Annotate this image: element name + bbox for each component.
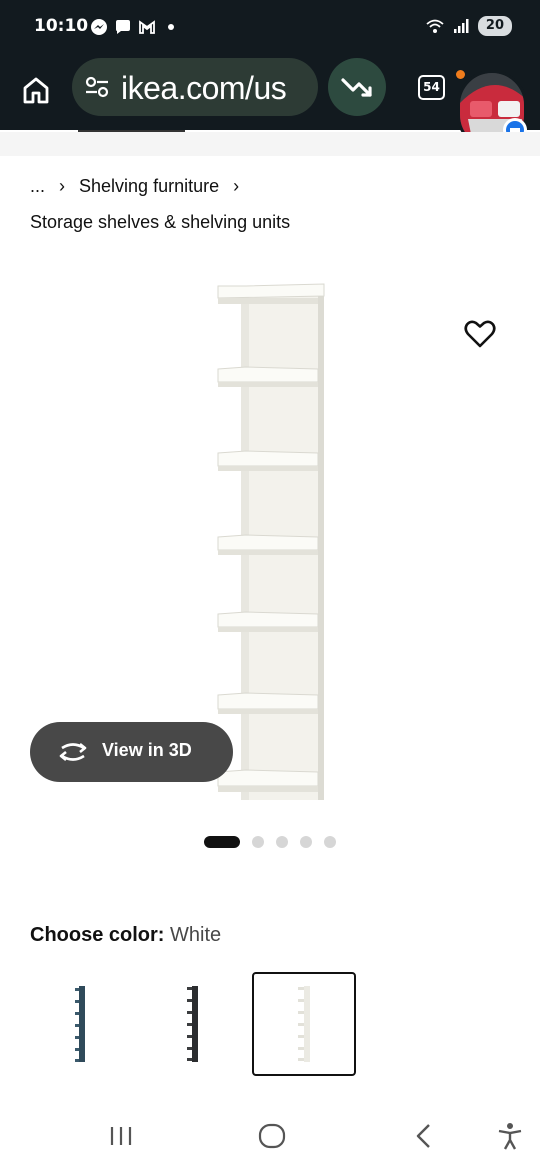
dot-icon (168, 24, 174, 30)
tabs-button[interactable]: 54 (418, 75, 445, 100)
view-in-3d-button[interactable]: View in 3D (30, 722, 233, 782)
chat-icon (116, 20, 130, 34)
battery-icon: 20 (477, 16, 512, 36)
color-swatch-white[interactable] (252, 972, 356, 1076)
accessibility-icon[interactable] (494, 1120, 526, 1152)
status-right: 20 (426, 16, 512, 36)
color-swatch-blue[interactable] (30, 972, 134, 1076)
color-label: Choose color: (30, 924, 165, 946)
breadcrumb-current[interactable]: Storage shelves & shelving units (30, 212, 290, 233)
color-chooser-label: Choose color: White (30, 924, 221, 947)
status-bar: 10:10 20 (0, 0, 540, 56)
divider-strip (0, 132, 540, 156)
rotate-3d-icon (59, 742, 87, 762)
messenger-icon (91, 19, 107, 35)
carousel-dot[interactable] (300, 836, 312, 848)
tune-icon[interactable] (84, 75, 110, 99)
breadcrumb-ellipsis[interactable]: ... (30, 176, 45, 197)
back-icon[interactable] (408, 1120, 440, 1152)
blue-shelf-thumbnail (75, 986, 85, 1062)
carousel-dot[interactable] (252, 836, 264, 848)
color-value: White (170, 924, 222, 946)
white-shelf-thumbnail (298, 986, 310, 1062)
breadcrumb-item-shelving[interactable]: Shelving furniture (79, 176, 219, 197)
image-carousel-dots (204, 836, 336, 848)
trending-down-icon (341, 78, 372, 97)
heart-icon[interactable] (462, 316, 498, 352)
color-swatch-black-brown[interactable] (141, 972, 245, 1076)
chevron-right-icon: › (233, 176, 240, 196)
home-icon[interactable] (18, 72, 54, 108)
trending-button[interactable] (328, 58, 386, 116)
home-nav-icon[interactable] (256, 1120, 288, 1152)
gmail-icon (139, 20, 155, 34)
wifi-icon (426, 19, 444, 33)
carousel-dot-active[interactable] (204, 836, 240, 848)
recent-apps-icon[interactable] (105, 1120, 137, 1152)
url-text[interactable]: ikea.com/us (121, 70, 287, 107)
notification-icons (90, 18, 180, 36)
carousel-dot[interactable] (276, 836, 288, 848)
address-bar[interactable]: ikea.com/us (72, 58, 318, 116)
signal-icon (453, 19, 469, 33)
carousel-dot[interactable] (324, 836, 336, 848)
black-brown-shelf-thumbnail (187, 986, 198, 1062)
tabs-notification-dot (456, 70, 465, 79)
view-in-3d-label: View in 3D (102, 740, 192, 760)
system-nav-bar (0, 1104, 540, 1170)
status-time: 10:10 (34, 16, 89, 36)
browser-toolbar: ikea.com/us 54 (0, 56, 540, 150)
chevron-right-icon: › (59, 176, 66, 196)
breadcrumb: ... › Shelving furniture › (30, 176, 239, 197)
